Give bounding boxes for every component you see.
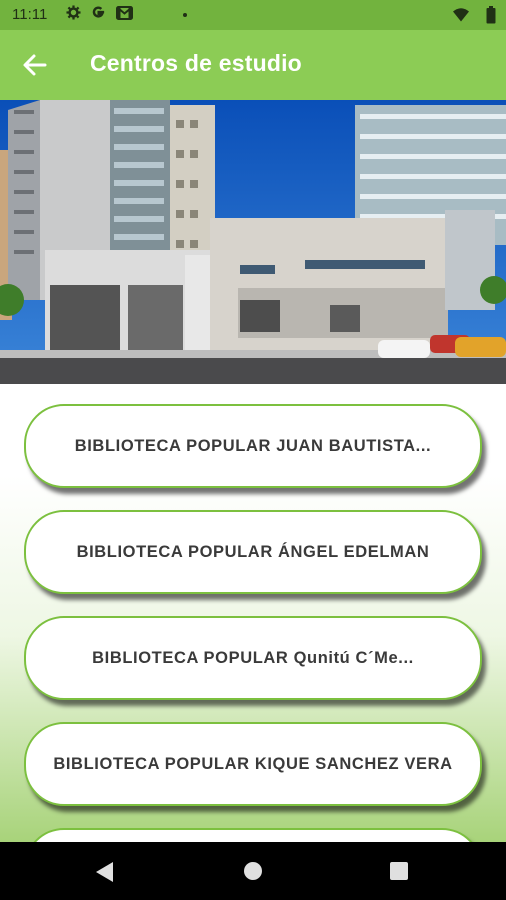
- library-name: BIBLIOTECA POPULAR JUAN BAUTISTA...: [74, 436, 432, 455]
- back-arrow-icon[interactable]: [20, 50, 50, 80]
- library-card[interactable]: BIBLIOTECA POPULAR JUAN BAUTISTA...: [24, 404, 482, 488]
- library-card[interactable]: [24, 828, 482, 842]
- nav-back-icon[interactable]: [95, 861, 115, 883]
- nav-recents-icon[interactable]: [390, 862, 408, 880]
- page-title: Centros de estudio: [90, 50, 302, 76]
- app-bar: Centros de estudio: [0, 30, 506, 100]
- status-bar: 11:11: [0, 0, 506, 30]
- nav-home-icon[interactable]: [243, 861, 263, 881]
- library-name: BIBLIOTECA POPULAR Qunitú C´Me...: [92, 648, 414, 667]
- library-name: BIBLIOTECA POPULAR ÁNGEL EDELMAN: [76, 542, 430, 561]
- gmail-icon: [116, 5, 133, 20]
- status-time: 11:11: [12, 6, 48, 23]
- wifi-icon: [453, 8, 469, 22]
- system-nav-bar: [0, 842, 506, 900]
- library-list: BIBLIOTECA POPULAR JUAN BAUTISTA... BIBL…: [0, 384, 506, 842]
- settings-icon: [66, 5, 81, 20]
- library-card[interactable]: BIBLIOTECA POPULAR ÁNGEL EDELMAN: [24, 510, 482, 594]
- library-card[interactable]: BIBLIOTECA POPULAR KIQUE SANCHEZ VERA: [24, 722, 482, 806]
- hero-image: [0, 100, 506, 384]
- status-system-icons: [452, 6, 496, 24]
- status-notification-icons: [66, 5, 133, 20]
- library-card[interactable]: BIBLIOTECA POPULAR Qunitú C´Me...: [24, 616, 482, 700]
- notification-dot-icon: [183, 13, 187, 17]
- library-name: BIBLIOTECA POPULAR KIQUE SANCHEZ VERA: [53, 754, 453, 773]
- battery-icon: [486, 6, 496, 24]
- google-icon: [92, 6, 105, 18]
